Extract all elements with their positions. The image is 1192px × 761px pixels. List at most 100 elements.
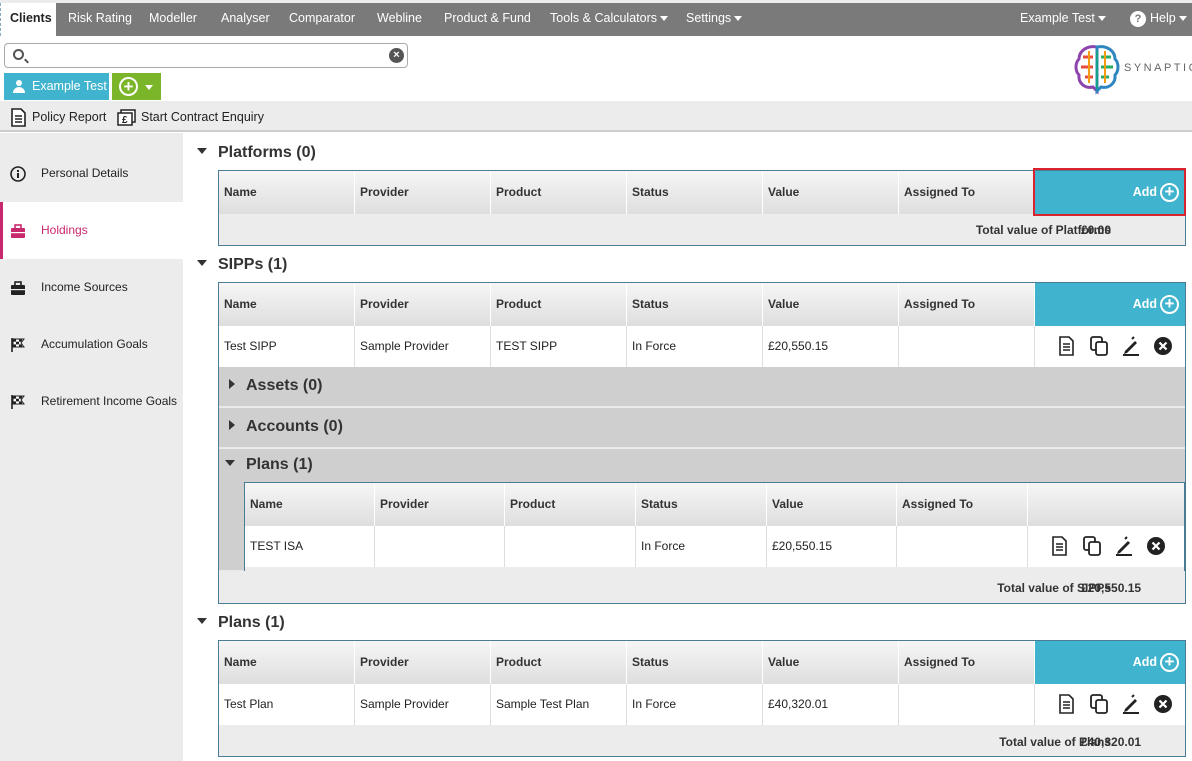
sidebar-item-label: Retirement Income Goals (41, 394, 178, 408)
section-title: Assets (0) (246, 377, 323, 394)
clear-icon[interactable]: × (389, 48, 404, 63)
briefcase-icon (11, 281, 25, 295)
triangle-right-icon (229, 378, 235, 389)
tab-product-fund[interactable]: Product & Fund (444, 3, 531, 36)
delete-icon[interactable] (1146, 536, 1166, 556)
add-label: Add (1132, 297, 1157, 311)
table-header: Name Provider Product Status Value Assig… (219, 641, 1185, 684)
user-name: Example Test (1020, 11, 1095, 25)
search-input[interactable] (31, 46, 391, 65)
tab-clients[interactable]: Clients (0, 3, 56, 36)
help-label: Help (1150, 11, 1176, 25)
cell-assigned-to (899, 684, 1035, 725)
edit-icon[interactable] (1121, 336, 1141, 356)
sidebar-item-personal-details[interactable]: Personal Details (0, 145, 183, 202)
delete-icon[interactable] (1153, 694, 1173, 714)
plans-table: Name Provider Product Status Value Assig… (218, 640, 1186, 757)
assets-band: Assets (0) (219, 367, 1185, 407)
table-row[interactable]: TEST ISA In Force £20,550.15 (245, 526, 1184, 567)
triangle-down-icon (197, 259, 207, 266)
view-document-icon[interactable] (1057, 694, 1077, 714)
add-client-button[interactable]: + (112, 73, 161, 100)
sidebar-item-income-sources[interactable]: Income Sources (0, 259, 183, 316)
column-header: Product (491, 171, 627, 214)
sidebar-item-accumulation-goals[interactable]: Accumulation Goals (0, 316, 183, 373)
client-search: × (4, 43, 408, 68)
table-row[interactable]: Test Plan Sample Provider Sample Test Pl… (219, 684, 1185, 725)
section-title: Plans (1) (218, 614, 285, 631)
view-document-icon[interactable] (1057, 336, 1077, 356)
cell-status: In Force (627, 684, 763, 725)
column-header: Assigned To (899, 641, 1035, 684)
plus-circle-icon: + (1160, 295, 1179, 314)
tab-tools-calculators[interactable]: Tools & Calculators (550, 3, 668, 36)
tab-analyser[interactable]: Analyser (221, 3, 270, 36)
holdings-content: Platforms (0) Name Provider Product Stat… (183, 133, 1192, 761)
chevron-down-icon (660, 16, 668, 22)
tab-comparator[interactable]: Comparator (289, 3, 355, 36)
column-header: Product (491, 283, 627, 326)
assets-section-toggle[interactable]: Assets (0) (229, 377, 322, 395)
search-icon (13, 49, 24, 60)
app-window: Clients Risk Rating Modeller Analyser Co… (0, 0, 1192, 761)
chevron-down-icon (145, 85, 153, 90)
column-header: Product (491, 641, 627, 684)
copy-icon[interactable] (1082, 536, 1102, 556)
table-row[interactable]: Test SIPP Sample Provider TEST SIPP In F… (219, 326, 1185, 367)
plans-section-toggle[interactable]: Plans (1) (197, 614, 285, 632)
sidebar-item-retirement-income-goals[interactable]: Retirement Income Goals (0, 373, 183, 430)
column-header: Provider (355, 283, 491, 326)
cell-product (505, 526, 636, 567)
column-header: Provider (375, 483, 505, 526)
add-sipp-button[interactable]: Add + (1035, 283, 1185, 326)
chevron-down-icon (1097, 16, 1106, 22)
tab-settings[interactable]: Settings (686, 3, 743, 36)
contract-enquiry-button[interactable]: £ Start Contract Enquiry (117, 108, 264, 126)
sipp-plans-band: Plans (1) Name Provider Product Status V… (219, 449, 1185, 571)
edit-icon[interactable] (1114, 536, 1134, 556)
sipps-total-value: £20,550.15 (1081, 581, 1142, 595)
client-button[interactable]: Example Test (4, 73, 109, 100)
highlight-box (1033, 168, 1186, 216)
sidebar-item-holdings[interactable]: Holdings (0, 202, 183, 259)
action-toolbar: Policy Report £ Start Contract Enquiry (0, 101, 1192, 132)
help-menu[interactable]: ? Help (1130, 3, 1187, 36)
accounts-section-toggle[interactable]: Accounts (0) (229, 418, 343, 436)
section-title: Accounts (0) (246, 418, 343, 435)
policy-report-button[interactable]: Policy Report (10, 108, 106, 128)
column-header: Value (763, 641, 899, 684)
triangle-down-icon (225, 459, 235, 466)
edit-icon[interactable] (1121, 694, 1141, 714)
sidebar: Personal Details Holdings Income Sources (0, 133, 183, 761)
cell-product: TEST SIPP (491, 326, 627, 367)
section-title: Platforms (0) (218, 144, 316, 161)
cell-value: £20,550.15 (767, 526, 897, 567)
cell-assigned-to (897, 526, 1028, 567)
sipp-plans-section-toggle[interactable]: Plans (1) (225, 456, 313, 474)
help-icon: ? (1130, 10, 1146, 27)
user-menu[interactable]: Example Test (1020, 3, 1106, 36)
copy-icon[interactable] (1089, 336, 1109, 356)
delete-icon[interactable] (1153, 336, 1173, 356)
tab-modeller[interactable]: Modeller (149, 3, 197, 36)
copy-icon[interactable] (1089, 694, 1109, 714)
column-header: Provider (355, 171, 491, 214)
column-header: Product (505, 483, 636, 526)
plus-circle-icon: + (1160, 653, 1179, 672)
platforms-total-value: £0.00 (1081, 223, 1112, 237)
sipps-section-toggle[interactable]: SIPPs (1) (197, 256, 287, 274)
tab-webline[interactable]: Webline (377, 3, 422, 36)
column-header: Name (219, 641, 355, 684)
sidebar-item-label: Personal Details (41, 166, 129, 180)
add-plan-button[interactable]: Add + (1035, 641, 1185, 684)
column-header: Value (763, 171, 899, 214)
column-header: Name (219, 283, 355, 326)
column-header: Status (627, 283, 763, 326)
sidebar-item-label: Holdings (41, 223, 88, 237)
brain-logo-icon (1074, 45, 1120, 95)
platforms-section-toggle[interactable]: Platforms (0) (197, 144, 316, 162)
view-document-icon[interactable] (1050, 536, 1070, 556)
tab-risk-rating[interactable]: Risk Rating (68, 3, 132, 36)
accounts-band: Accounts (0) (219, 408, 1185, 448)
cell-value: £20,550.15 (763, 326, 899, 367)
